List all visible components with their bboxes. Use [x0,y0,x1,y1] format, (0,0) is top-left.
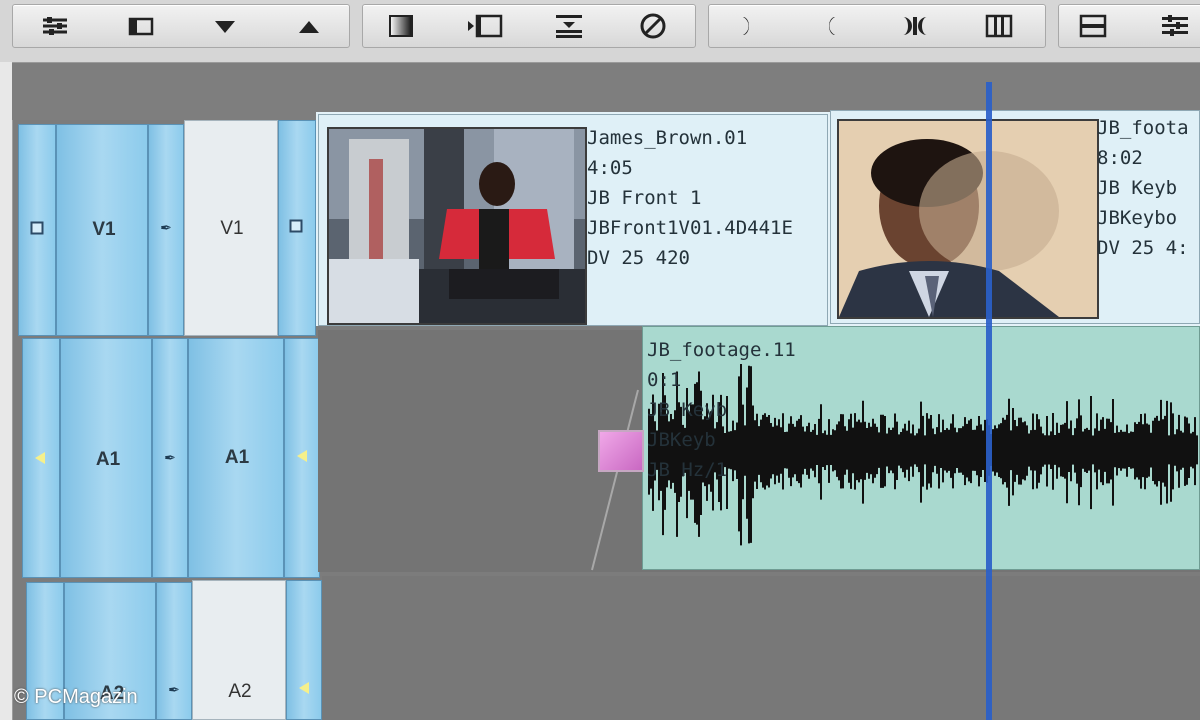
split-icon[interactable] [895,7,935,45]
a2-monitor-arrow-icon[interactable] [299,682,309,694]
clip-2-thumbnail [837,119,1099,319]
video-clip-1[interactable]: James_Brown.01 4:05 JB Front 1 JBFront1V… [318,114,828,326]
audio-clip-name: JB_footage.11 [647,339,796,361]
clip-1-info: James_Brown.01 4:05 JB Front 1 JBFront1V… [587,123,793,273]
toolbar [0,0,1200,63]
v1-source-label: V1 [92,219,116,240]
a2-track-row [322,576,1200,720]
pencil-icon[interactable]: ✒ [160,220,172,237]
audio-clip-file: JBKeyb [647,429,716,451]
columns-icon[interactable] [979,7,1019,45]
audio-clip-info: JB_footage.11 0:1 JB Keyb JBKeyb JB Hz/1 [647,335,796,485]
audio-clip[interactable]: JB_footage.11 0:1 JB Keyb JBKeyb JB Hz/1 [642,326,1200,570]
clip-2-format: DV 25 4: [1097,237,1189,259]
a1-record-label: A1 [224,447,250,468]
audio-clip-tape: JB Keyb [647,399,728,421]
clip-2-info: JB_foota 8:02 JB Keyb JBKeybo DV 25 4: [1097,113,1189,263]
toolbar-group-1 [12,4,350,48]
a2-pen-cell[interactable] [156,582,192,720]
a2-record-label: A2 [228,681,252,702]
watermark: © PCMagazin [14,686,138,708]
a2-monitor-cell[interactable] [286,580,322,720]
a1-source-arrow-icon[interactable] [35,452,45,464]
v1-record-label: V1 [220,218,244,239]
tracks-icon[interactable] [1155,7,1195,45]
toolbar-group-3 [708,4,1046,48]
clip-1-duration: 4:05 [587,157,633,179]
audio-fade-effect[interactable] [598,430,644,472]
clip-1-format: DV 25 420 [587,247,690,269]
a1-source-label: A1 [95,449,121,470]
pencil-icon[interactable]: ✒ [168,682,180,699]
clip-2-file: JBKeybo [1097,207,1178,229]
pencil-icon[interactable]: ✒ [164,450,176,467]
left-edge [0,62,13,720]
folder-icon[interactable] [121,7,161,45]
playhead[interactable] [986,82,992,720]
clip-1-name: James_Brown.01 [587,127,748,149]
toolbar-group-4 [1058,4,1200,48]
v1-lock-icon[interactable] [30,221,44,235]
clip-2-duration: 8:02 [1097,147,1143,169]
clip-1-file: JBFront1V01.4D441E [587,217,793,239]
clip-1-tape: JB Front 1 [587,187,702,209]
a1-monitor-arrow-icon[interactable] [297,450,307,462]
trim-in-icon[interactable] [465,7,505,45]
lift-icon[interactable] [549,7,589,45]
v1-monitor-icon[interactable] [289,219,303,233]
half-moon-left-icon[interactable] [811,7,851,45]
video-clip-2[interactable]: JB_foota 8:02 JB Keyb JBKeybo DV 25 4: [830,110,1200,324]
rows-icon[interactable] [1073,7,1113,45]
audio-clip-format: JB Hz/1 [647,459,728,481]
clip-2-tape: JB Keyb [1097,177,1178,199]
sliders-icon[interactable] [35,7,75,45]
clip-2-name: JB_foota [1097,117,1189,139]
triangle-down-icon[interactable] [205,7,245,45]
half-moon-right-icon[interactable] [727,7,767,45]
no-icon[interactable] [633,7,673,45]
clip-1-thumbnail [327,127,587,325]
triangle-up-icon[interactable] [289,7,329,45]
toolbar-group-2 [362,4,696,48]
audio-clip-duration: 0:1 [647,369,682,391]
gradient-icon[interactable] [381,7,421,45]
